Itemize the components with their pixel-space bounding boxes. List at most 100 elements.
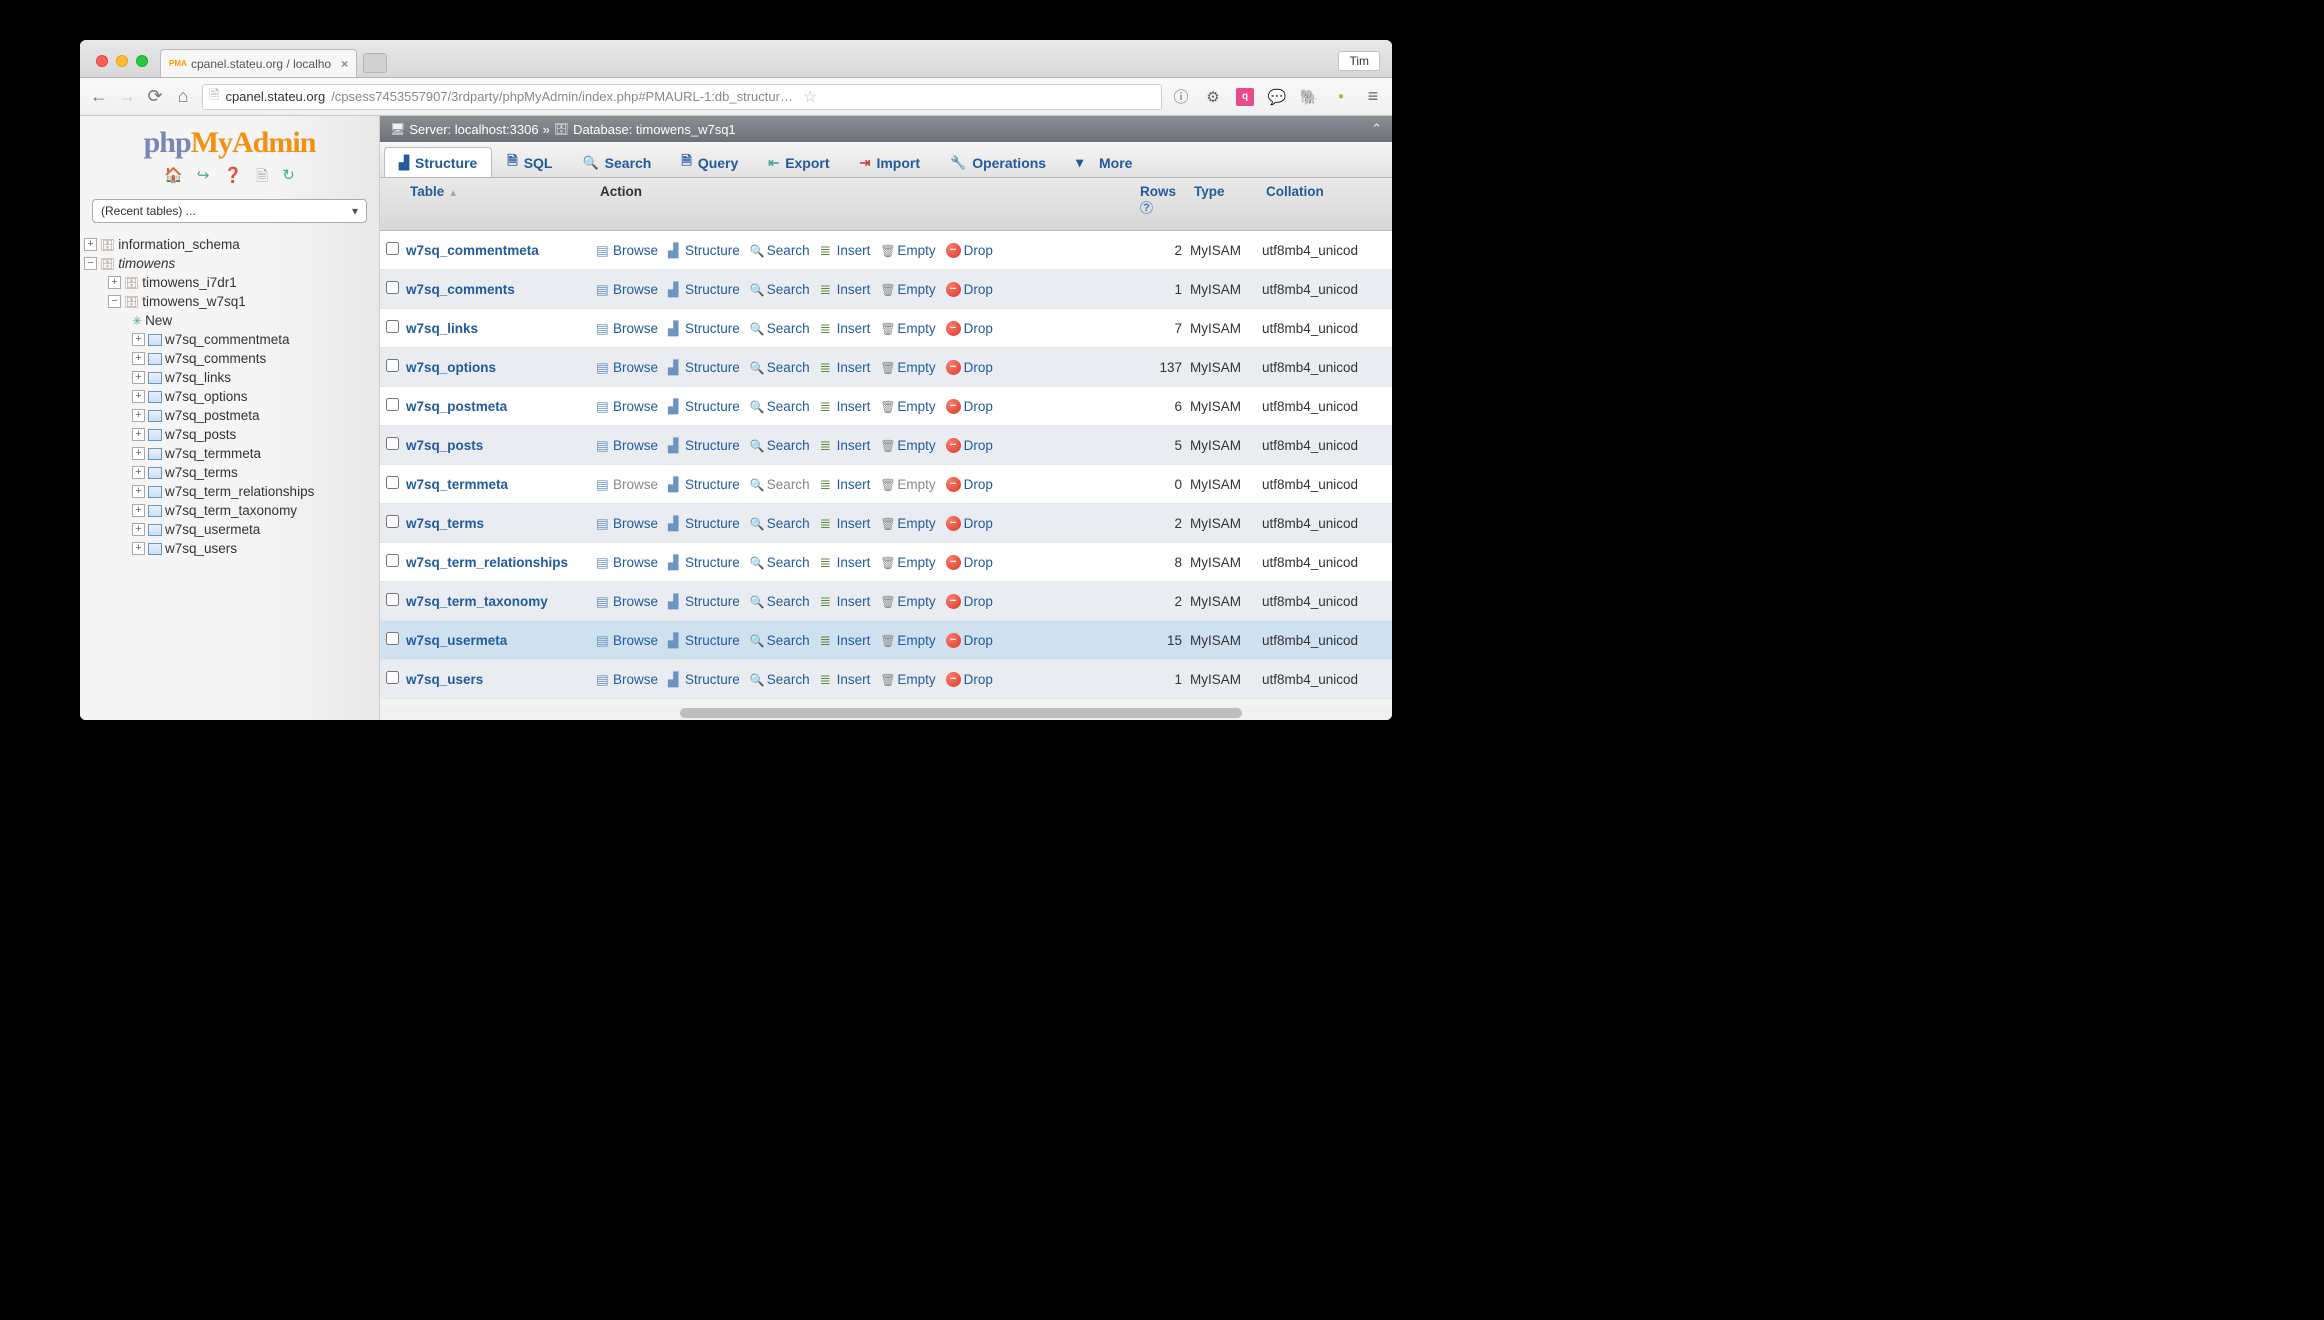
search-action[interactable]: Search	[750, 438, 810, 453]
browse-action[interactable]: Browse	[596, 672, 658, 687]
structure-action[interactable]: Structure	[668, 321, 740, 336]
tab-structure[interactable]: ▟Structure	[384, 147, 492, 177]
row-checkbox[interactable]	[386, 398, 399, 411]
drop-action[interactable]: −Drop	[946, 555, 993, 570]
recent-tables-select[interactable]: (Recent tables) ...	[92, 199, 367, 223]
tree-table-node[interactable]: +w7sq_usermeta	[84, 520, 375, 539]
expand-icon[interactable]: +	[132, 523, 145, 536]
row-checkbox[interactable]	[386, 437, 399, 450]
info-extension-icon[interactable]: ⓘ	[1172, 88, 1190, 106]
evernote-extension-icon[interactable]: 🐘	[1300, 88, 1318, 106]
col-collation[interactable]: Collation	[1262, 178, 1392, 230]
insert-action[interactable]: Insert	[820, 594, 871, 609]
empty-action[interactable]: Empty	[880, 594, 935, 609]
tree-table-node[interactable]: +w7sq_commentmeta	[84, 330, 375, 349]
empty-action[interactable]: Empty	[880, 477, 935, 492]
search-action[interactable]: Search	[750, 477, 810, 492]
breadcrumb-database[interactable]: Database: timowens_w7sq1	[573, 122, 736, 137]
extension-icon-2[interactable]: ▪	[1332, 88, 1350, 106]
search-action[interactable]: Search	[750, 399, 810, 414]
expand-icon[interactable]: +	[132, 371, 145, 384]
search-action[interactable]: Search	[750, 594, 810, 609]
row-checkbox[interactable]	[386, 632, 399, 645]
search-action[interactable]: Search	[750, 360, 810, 375]
empty-action[interactable]: Empty	[880, 360, 935, 375]
close-window-button[interactable]	[96, 55, 108, 67]
col-rows[interactable]: Rows?	[1136, 178, 1190, 230]
drop-action[interactable]: −Drop	[946, 282, 993, 297]
drop-action[interactable]: −Drop	[946, 477, 993, 492]
insert-action[interactable]: Insert	[820, 477, 871, 492]
extension-icon[interactable]: q	[1236, 88, 1254, 106]
collapse-breadcrumb-icon[interactable]: ⌃	[1371, 121, 1382, 137]
tree-table-node[interactable]: +w7sq_posts	[84, 425, 375, 444]
structure-action[interactable]: Structure	[668, 516, 740, 531]
reload-button[interactable]: ⟳	[146, 86, 164, 107]
tree-table-node[interactable]: +w7sq_postmeta	[84, 406, 375, 425]
breadcrumb-server[interactable]: Server: localhost:3306	[409, 122, 538, 137]
empty-action[interactable]: Empty	[880, 438, 935, 453]
omnibox[interactable]: 🗎 cpanel.stateu.org/cpsess7453557907/3rd…	[202, 84, 1162, 110]
search-action[interactable]: Search	[750, 516, 810, 531]
tree-table-node[interactable]: +w7sq_links	[84, 368, 375, 387]
expand-icon[interactable]: +	[132, 466, 145, 479]
table-name-link[interactable]: w7sq_links	[406, 321, 596, 336]
expand-icon[interactable]: +	[132, 409, 145, 422]
tab-operations[interactable]: 🔧Operations	[935, 147, 1061, 177]
tree-table-node[interactable]: +w7sq_terms	[84, 463, 375, 482]
insert-action[interactable]: Insert	[820, 282, 871, 297]
chrome-menu-icon[interactable]: ≡	[1364, 88, 1382, 106]
structure-action[interactable]: Structure	[668, 594, 740, 609]
tree-node-timowens[interactable]: −🗄timowens	[84, 254, 375, 273]
col-type[interactable]: Type	[1190, 178, 1262, 230]
scrollbar-thumb[interactable]	[680, 708, 1242, 718]
home-button[interactable]: ⌂	[174, 86, 192, 107]
insert-action[interactable]: Insert	[820, 360, 871, 375]
reload-nav-icon[interactable]: ↻	[282, 166, 295, 191]
tree-node-db1[interactable]: +🗄timowens_i7dr1	[84, 273, 375, 292]
empty-action[interactable]: Empty	[880, 633, 935, 648]
table-name-link[interactable]: w7sq_users	[406, 672, 596, 687]
table-name-link[interactable]: w7sq_comments	[406, 282, 596, 297]
tree-table-node[interactable]: +w7sq_users	[84, 539, 375, 558]
drop-action[interactable]: −Drop	[946, 360, 993, 375]
insert-action[interactable]: Insert	[820, 555, 871, 570]
profile-button[interactable]: Tim	[1338, 51, 1380, 71]
tab-import[interactable]: ⇥Import	[845, 147, 935, 177]
table-name-link[interactable]: w7sq_postmeta	[406, 399, 596, 414]
drop-action[interactable]: −Drop	[946, 243, 993, 258]
empty-action[interactable]: Empty	[880, 672, 935, 687]
close-tab-icon[interactable]: ×	[341, 57, 348, 71]
tree-node-db2[interactable]: −🗄timowens_w7sq1	[84, 292, 375, 311]
settings-extension-icon[interactable]: ⚙	[1204, 88, 1222, 106]
chat-extension-icon[interactable]: 💬	[1268, 88, 1286, 106]
insert-action[interactable]: Insert	[820, 321, 871, 336]
sql-icon[interactable]: 🗎	[256, 166, 268, 191]
drop-action[interactable]: −Drop	[946, 516, 993, 531]
browse-action[interactable]: Browse	[596, 555, 658, 570]
drop-action[interactable]: −Drop	[946, 594, 993, 609]
empty-action[interactable]: Empty	[880, 282, 935, 297]
search-action[interactable]: Search	[750, 555, 810, 570]
empty-action[interactable]: Empty	[880, 399, 935, 414]
row-checkbox[interactable]	[386, 593, 399, 606]
home-icon[interactable]: 🏠	[164, 166, 183, 191]
table-name-link[interactable]: w7sq_commentmeta	[406, 243, 596, 258]
structure-action[interactable]: Structure	[668, 438, 740, 453]
row-checkbox[interactable]	[386, 554, 399, 567]
insert-action[interactable]: Insert	[820, 633, 871, 648]
table-name-link[interactable]: w7sq_terms	[406, 516, 596, 531]
insert-action[interactable]: Insert	[820, 672, 871, 687]
structure-action[interactable]: Structure	[668, 672, 740, 687]
forward-button[interactable]: →	[118, 86, 136, 107]
rows-help-icon[interactable]: ?	[1140, 201, 1153, 214]
insert-action[interactable]: Insert	[820, 243, 871, 258]
row-checkbox[interactable]	[386, 359, 399, 372]
tree-table-node[interactable]: +w7sq_term_relationships	[84, 482, 375, 501]
help-icon[interactable]: ❓	[223, 166, 242, 191]
row-checkbox[interactable]	[386, 242, 399, 255]
browse-action[interactable]: Browse	[596, 321, 658, 336]
structure-action[interactable]: Structure	[668, 555, 740, 570]
table-name-link[interactable]: w7sq_posts	[406, 438, 596, 453]
drop-action[interactable]: −Drop	[946, 321, 993, 336]
